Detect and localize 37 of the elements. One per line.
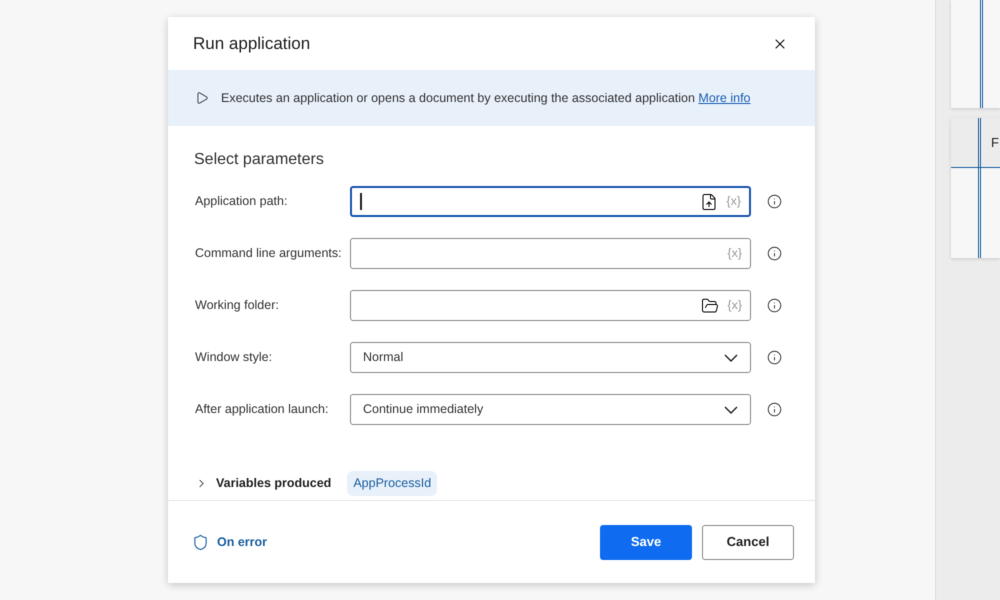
field-label: Application path: [195,193,288,210]
play-icon [195,91,209,105]
chevron-down-icon [724,354,738,362]
more-info-link[interactable]: More info [698,90,751,105]
field-label: Working folder: [195,297,280,314]
field-label: After application launch: [195,401,330,418]
variable-symbol[interactable]: {x} [727,296,742,315]
input-field[interactable]: {x} [350,186,751,217]
input-field[interactable]: {x} [350,238,751,269]
shield-icon [192,534,209,550]
info-icon[interactable] [767,298,782,313]
dropdown[interactable]: Normal [350,342,751,373]
variable-tag[interactable]: AppProcessId [347,471,438,496]
info-icon[interactable] [767,402,782,417]
variable-symbol[interactable]: {x} [726,192,741,211]
dropdown-value: Continue immediately [363,401,484,418]
card-text: F [991,134,999,152]
on-error-button[interactable]: On error [192,532,268,552]
info-icon[interactable] [767,194,782,209]
chevron-down-icon [724,406,738,414]
description-text: Executes an application or opens a document by executing the associated application More info [221,90,751,107]
info-icon[interactable] [767,246,782,261]
text-cursor [360,193,362,210]
info-icon[interactable] [767,350,782,365]
folder-icon[interactable] [701,296,720,314]
save-button[interactable]: Save [600,524,692,560]
dialog-title: Run application [193,32,310,55]
dropdown[interactable]: Continue immediately [350,394,751,425]
file-icon[interactable] [700,192,718,210]
section-title: Select parameters [194,151,324,168]
field-label: Command line arguments: [195,245,343,262]
variables-toggle[interactable]: Variables produced [195,474,332,493]
field-label: Window style: [195,349,274,366]
input-field[interactable]: {x} [350,290,751,321]
variable-symbol[interactable]: {x} [727,244,742,263]
dropdown-value: Normal [363,349,404,366]
cancel-button[interactable]: Cancel [702,524,794,560]
